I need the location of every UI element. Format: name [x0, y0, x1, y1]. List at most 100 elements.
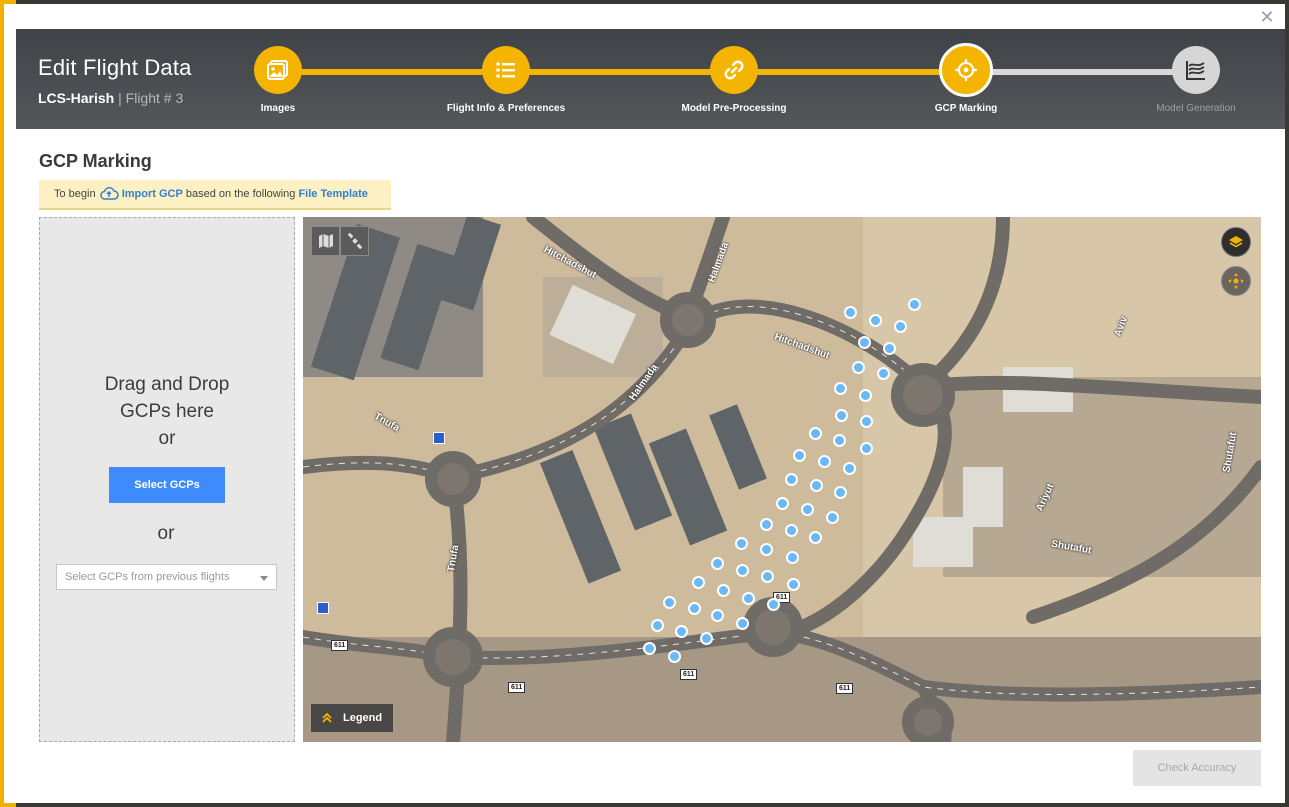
flight-subtitle: LCS-Harish | Flight # 3 [38, 90, 183, 106]
gcp-marker[interactable] [852, 361, 865, 374]
layers-chart-icon [1172, 46, 1220, 94]
gcp-marker[interactable] [793, 449, 806, 462]
gcp-marker[interactable] [843, 462, 856, 475]
gcp-marker[interactable] [894, 320, 907, 333]
legend-button[interactable]: Legend [311, 704, 393, 732]
bus-stop-icon [317, 602, 329, 614]
cloud-upload-icon[interactable] [99, 187, 122, 200]
gcp-marker[interactable] [735, 537, 748, 550]
gcp-marker[interactable] [776, 497, 789, 510]
images-icon [254, 46, 302, 94]
select-gcps-button[interactable]: Select GCPs [109, 467, 225, 503]
chevron-up-icon [322, 712, 332, 723]
legend-label: Legend [343, 712, 383, 724]
gcp-marker[interactable] [785, 473, 798, 486]
gcp-marker[interactable] [668, 650, 681, 663]
check-accuracy-button[interactable]: Check Accuracy [1133, 750, 1261, 786]
recenter-icon[interactable] [1221, 266, 1251, 296]
layers-icon[interactable] [1221, 227, 1251, 257]
gcp-marker[interactable] [717, 584, 730, 597]
gcp-marker[interactable] [663, 596, 676, 609]
bus-stop-icon [433, 432, 445, 444]
gcp-marker[interactable] [643, 642, 656, 655]
import-gcp-link[interactable]: Import GCP [122, 188, 183, 200]
info-middle: based on the following [185, 187, 296, 200]
step-pre-processing[interactable]: Model Pre-Processing [654, 46, 814, 114]
gcp-marker[interactable] [760, 518, 773, 531]
gcp-marker[interactable] [711, 609, 724, 622]
gcp-marker[interactable] [761, 570, 774, 583]
road-number-sign: 611 [680, 669, 698, 680]
gcp-marker[interactable] [651, 619, 664, 632]
gcp-marker[interactable] [859, 389, 872, 402]
map-type-toggle [311, 226, 369, 256]
step-label: Flight Info & Preferences [446, 103, 566, 114]
gcp-marker[interactable] [860, 442, 873, 455]
active-step-caret [957, 29, 973, 37]
step-label: Images [260, 103, 296, 114]
section-title: GCP Marking [39, 151, 152, 171]
road-number-sign: 611 [331, 640, 349, 651]
file-template-link[interactable]: File Template [298, 188, 367, 200]
road-number-sign: 611 [836, 683, 854, 694]
gcp-marker[interactable] [908, 298, 921, 311]
close-icon[interactable]: ✕ [1257, 8, 1277, 28]
gcp-marker[interactable] [869, 314, 882, 327]
flight-number: | Flight # 3 [118, 90, 184, 106]
gcp-marker[interactable] [860, 415, 873, 428]
gcp-marker[interactable] [692, 576, 705, 589]
previous-flights-placeholder: Select GCPs from previous flights [65, 571, 230, 583]
gcp-marker[interactable] [809, 427, 822, 440]
gcp-marker[interactable] [675, 625, 688, 638]
drop-or: or [158, 428, 176, 449]
previous-flights-select[interactable]: Select GCPs from previous flights [56, 564, 277, 590]
gcp-marker[interactable] [688, 602, 701, 615]
gcp-marker[interactable] [787, 578, 800, 591]
gcp-marker[interactable] [883, 342, 896, 355]
gcp-marker[interactable] [834, 382, 847, 395]
drop-line-1: Drag and Drop [104, 374, 230, 395]
info-prefix: To begin [54, 187, 96, 200]
gcp-marker[interactable] [834, 486, 847, 499]
project-name: LCS-Harish [38, 90, 115, 106]
gcp-marker[interactable] [700, 632, 713, 645]
gcp-marker[interactable] [760, 543, 773, 556]
gcp-marker[interactable] [818, 455, 831, 468]
gcp-marker[interactable] [801, 503, 814, 516]
step-flight-info[interactable]: Flight Info & Preferences [426, 46, 586, 114]
step-gcp-marking[interactable]: GCP Marking [886, 43, 1046, 114]
gcp-marker[interactable] [736, 564, 749, 577]
satellite-imagery [303, 217, 1261, 742]
edit-flight-modal: ✕ Edit Flight Data LCS-Harish | Flight #… [4, 4, 1285, 803]
gcp-marker[interactable] [736, 617, 749, 630]
gcp-marker[interactable] [810, 479, 823, 492]
gcp-marker[interactable] [742, 592, 755, 605]
step-label: Model Generation [1156, 103, 1236, 114]
satellite-view-icon[interactable] [340, 226, 369, 256]
map-view-icon[interactable] [311, 226, 340, 256]
gcp-marker[interactable] [711, 557, 724, 570]
gcp-marker[interactable] [877, 367, 890, 380]
progress-line-done [278, 69, 966, 75]
gcp-marker[interactable] [786, 551, 799, 564]
gcp-marker[interactable] [809, 531, 822, 544]
step-images[interactable]: Images [198, 46, 358, 114]
link-icon [710, 46, 758, 94]
drop-instructions: Drag and Drop GCPs here or [40, 371, 294, 452]
drop-line-2: GCPs here [120, 401, 214, 422]
gcp-drop-zone[interactable]: Drag and Drop GCPs here or Select GCPs o… [39, 217, 295, 742]
road-number-sign: 611 [508, 682, 526, 693]
gcp-marker[interactable] [858, 336, 871, 349]
step-model-generation[interactable]: Model Generation [1116, 46, 1276, 114]
gcp-marker[interactable] [826, 511, 839, 524]
gcp-marker[interactable] [844, 306, 857, 319]
gcp-marker[interactable] [835, 409, 848, 422]
wizard-header: Edit Flight Data LCS-Harish | Flight # 3… [16, 29, 1285, 129]
gcp-marker[interactable] [785, 524, 798, 537]
step-label: Model Pre-Processing [681, 103, 787, 114]
gcp-marker[interactable] [833, 434, 846, 447]
chevron-down-icon [260, 576, 268, 581]
import-info-bar: To begin Import GCP based on the followi… [39, 180, 391, 210]
gcp-map[interactable]: Hitchadshut Halmada Hitchadshut Halmada … [303, 217, 1261, 742]
gcp-marker[interactable] [767, 598, 780, 611]
